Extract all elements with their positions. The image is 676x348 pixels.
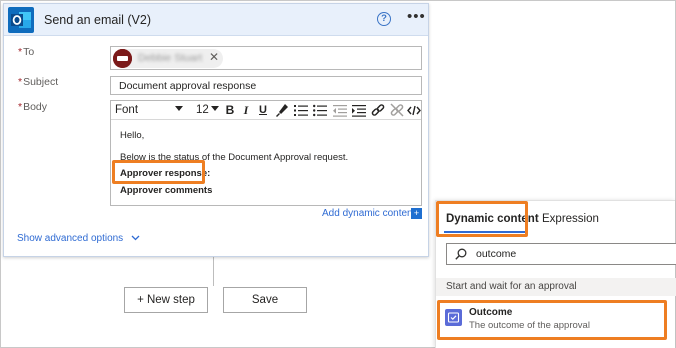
group-header-label: Start and wait for an approval bbox=[446, 281, 577, 292]
send-email-action-card: Send an email (V2) ? ••• *To Debbie Stua… bbox=[3, 3, 429, 257]
show-advanced-options-link[interactable]: Show advanced options bbox=[17, 233, 140, 244]
remove-recipient-icon[interactable]: ✕ bbox=[209, 50, 219, 64]
decrease-indent-icon[interactable] bbox=[333, 103, 347, 118]
increase-indent-icon[interactable] bbox=[352, 103, 366, 118]
card-title: Send an email (V2) bbox=[44, 13, 152, 27]
add-dynamic-content-icon[interactable]: + bbox=[411, 208, 422, 219]
required-marker: * bbox=[18, 76, 23, 88]
approver-comments-token: Approver comments bbox=[120, 185, 213, 196]
chevron-down-icon bbox=[131, 235, 140, 241]
brush-icon[interactable] bbox=[275, 103, 289, 118]
body-line-greeting: Hello, bbox=[120, 130, 145, 141]
code-view-icon[interactable] bbox=[407, 103, 421, 118]
subject-label: *Subject bbox=[18, 76, 58, 88]
subject-value: Document approval response bbox=[119, 80, 257, 92]
card-header[interactable]: Send an email (V2) ? ••• bbox=[4, 4, 428, 36]
editor-toolbar: Font 12 B I U bbox=[111, 101, 421, 120]
recipient-token[interactable]: Debbie Stuart ✕ bbox=[113, 49, 223, 68]
underline-button[interactable]: U bbox=[257, 103, 269, 118]
show-advanced-options-label: Show advanced options bbox=[17, 233, 124, 244]
tab-expression[interactable]: Expression bbox=[542, 213, 599, 225]
flow-connector bbox=[213, 256, 214, 286]
bulleted-list-icon[interactable] bbox=[313, 103, 327, 118]
outlook-icon bbox=[8, 7, 34, 33]
font-caret-icon[interactable] bbox=[175, 106, 183, 111]
to-label: *To bbox=[18, 46, 34, 58]
dynamic-content-search-input[interactable]: outcome bbox=[446, 243, 676, 265]
search-value: outcome bbox=[476, 248, 517, 260]
unlink-icon[interactable] bbox=[390, 103, 404, 118]
bold-button[interactable]: B bbox=[224, 103, 236, 118]
subject-field[interactable]: Document approval response bbox=[110, 76, 422, 95]
to-field[interactable]: Debbie Stuart ✕ bbox=[110, 46, 422, 70]
size-caret-icon[interactable] bbox=[211, 106, 219, 111]
required-marker: * bbox=[18, 101, 23, 113]
outcome-item-highlight bbox=[437, 300, 667, 340]
subject-label-text: Subject bbox=[23, 76, 59, 88]
numbered-list-icon[interactable] bbox=[294, 103, 308, 118]
help-icon[interactable]: ? bbox=[377, 12, 391, 26]
link-icon[interactable] bbox=[371, 103, 385, 118]
new-step-button[interactable]: + New step bbox=[124, 287, 208, 313]
italic-button[interactable]: I bbox=[241, 103, 251, 118]
search-icon bbox=[455, 248, 467, 260]
approval-group-header: Start and wait for an approval bbox=[436, 278, 676, 296]
body-label-text: Body bbox=[23, 101, 48, 113]
dynamic-content-tab-highlight bbox=[436, 201, 528, 237]
save-button[interactable]: Save bbox=[223, 287, 307, 313]
required-marker: * bbox=[18, 46, 23, 58]
to-label-text: To bbox=[23, 46, 35, 58]
more-options-icon[interactable]: ••• bbox=[407, 8, 426, 25]
body-label: *Body bbox=[18, 101, 47, 113]
approver-response-highlight bbox=[112, 160, 205, 184]
body-editor[interactable]: Font 12 B I U Hello, Below is the status… bbox=[110, 100, 422, 206]
avatar bbox=[113, 49, 132, 68]
recipient-name: Debbie Stuart bbox=[138, 52, 203, 64]
add-dynamic-content-link[interactable]: Add dynamic content bbox=[322, 208, 415, 219]
